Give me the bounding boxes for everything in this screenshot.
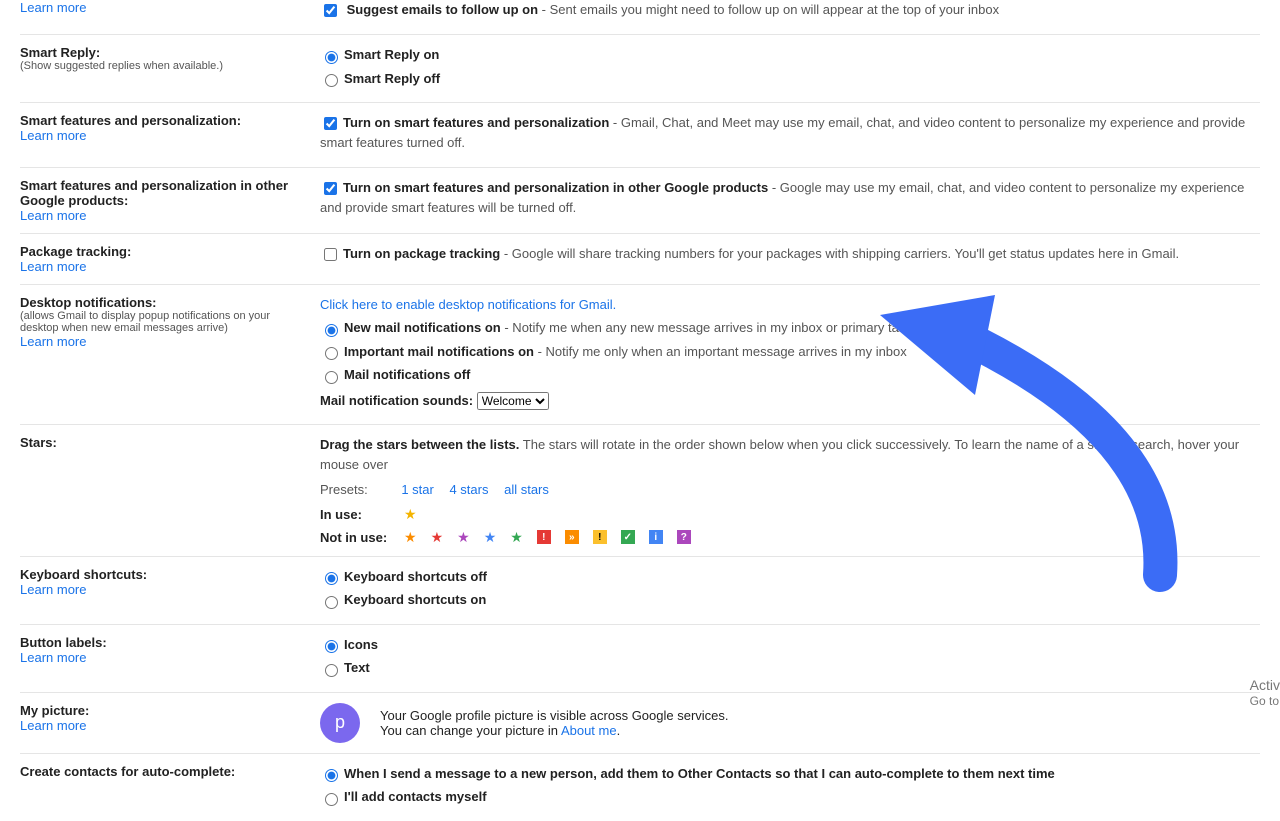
star-orange-icon[interactable]: ★ [404, 529, 417, 546]
mail-off-label: Mail notifications off [344, 367, 470, 382]
about-me-link[interactable]: About me [561, 723, 617, 738]
learn-more-link[interactable]: Learn more [20, 208, 86, 223]
in-use-label: In use: [320, 507, 390, 522]
shortcuts-on-label: Keyboard shortcuts on [344, 592, 486, 607]
shortcuts-on-radio[interactable] [325, 596, 338, 609]
picture-dot: . [617, 723, 621, 738]
check-green-icon[interactable]: ✓ [621, 530, 635, 544]
picture-title: My picture: [20, 703, 310, 718]
learn-more-link[interactable]: Learn more [20, 650, 86, 665]
learn-more-link[interactable]: Learn more [20, 128, 86, 143]
not-in-use-label: Not in use: [320, 530, 390, 545]
preset-allstars[interactable]: all stars [504, 482, 549, 497]
stars-title: Stars: [20, 435, 310, 450]
icons-radio[interactable] [325, 640, 338, 653]
important-mail-on-radio[interactable] [325, 347, 338, 360]
smart-reply-off-radio[interactable] [325, 74, 338, 87]
button-labels-title: Button labels: [20, 635, 310, 650]
info-blue-icon[interactable]: i [649, 530, 663, 544]
shortcuts-title: Keyboard shortcuts: [20, 567, 310, 582]
learn-more-link[interactable]: Learn more [20, 582, 86, 597]
contacts-title: Create contacts for auto-complete: [20, 764, 310, 779]
activation-watermark: Activ Go to [1250, 676, 1280, 710]
smart-reply-off-label: Smart Reply off [344, 71, 440, 86]
star-red-icon[interactable]: ★ [431, 529, 444, 546]
shortcuts-off-radio[interactable] [325, 572, 338, 585]
learn-more-link[interactable]: Learn more [20, 259, 86, 274]
learn-more-link[interactable]: Learn more [20, 0, 86, 15]
sound-label: Mail notification sounds: [320, 393, 473, 408]
avatar[interactable]: p [320, 703, 360, 743]
smart-features-other-title: Smart features and personalization in ot… [20, 178, 310, 208]
bang-red-icon[interactable]: ! [537, 530, 551, 544]
contacts-auto-radio[interactable] [325, 769, 338, 782]
smart-features-label: Turn on smart features and personalizati… [343, 115, 609, 130]
bang-yellow-icon[interactable]: ! [593, 530, 607, 544]
smart-features-checkbox[interactable] [324, 117, 337, 130]
stars-drag: Drag the stars between the lists. [320, 437, 519, 452]
contacts-self-label: I'll add contacts myself [344, 789, 487, 804]
smart-features-title: Smart features and personalization: [20, 113, 310, 128]
package-title: Package tracking: [20, 244, 310, 259]
enable-notifications-link[interactable]: Click here to enable desktop notificatio… [320, 297, 616, 312]
contacts-auto-label: When I send a message to a new person, a… [344, 766, 1055, 781]
new-mail-on-desc: - Notify me when any new message arrives… [501, 320, 906, 335]
important-mail-on-label: Important mail notifications on [344, 344, 534, 359]
followup-desc: - Sent emails you might need to follow u… [538, 2, 999, 17]
arrow-orange-icon[interactable]: » [565, 530, 579, 544]
smart-reply-on-radio[interactable] [325, 51, 338, 64]
new-mail-on-radio[interactable] [325, 324, 338, 337]
learn-more-link[interactable]: Learn more [20, 334, 86, 349]
question-purple-icon[interactable]: ? [677, 530, 691, 544]
preset-4stars[interactable]: 4 stars [449, 482, 488, 497]
important-mail-on-desc: - Notify me only when an important messa… [534, 344, 907, 359]
picture-line1: Your Google profile picture is visible a… [380, 708, 729, 723]
star-yellow-icon[interactable]: ★ [404, 506, 417, 523]
package-checkbox[interactable] [324, 248, 337, 261]
text-radio[interactable] [325, 664, 338, 677]
smart-reply-sub: (Show suggested replies when available.) [20, 60, 310, 72]
notifications-sub: (allows Gmail to display popup notificat… [20, 310, 310, 334]
smart-reply-on-label: Smart Reply on [344, 47, 439, 62]
smart-features-other-checkbox[interactable] [324, 182, 337, 195]
new-mail-on-label: New mail notifications on [344, 320, 501, 335]
presets-label: Presets: [320, 482, 368, 497]
contacts-self-radio[interactable] [325, 793, 338, 806]
sound-select[interactable]: Welcome [477, 392, 549, 410]
picture-line2a: You can change your picture in [380, 723, 561, 738]
notifications-title: Desktop notifications: [20, 295, 310, 310]
star-purple-icon[interactable]: ★ [457, 529, 470, 546]
smart-features-other-label: Turn on smart features and personalizati… [343, 180, 768, 195]
icons-label: Icons [344, 637, 378, 652]
star-green-icon[interactable]: ★ [510, 529, 523, 546]
preset-1star[interactable]: 1 star [401, 482, 434, 497]
package-label: Turn on package tracking [343, 246, 500, 261]
mail-off-radio[interactable] [325, 371, 338, 384]
text-label: Text [344, 660, 370, 675]
star-blue-icon[interactable]: ★ [484, 529, 497, 546]
package-desc: - Google will share tracking numbers for… [500, 246, 1179, 261]
followup-checkbox[interactable] [324, 4, 337, 17]
followup-label: Suggest emails to follow up on [347, 2, 538, 17]
shortcuts-off-label: Keyboard shortcuts off [344, 569, 487, 584]
smart-reply-title: Smart Reply: [20, 45, 310, 60]
